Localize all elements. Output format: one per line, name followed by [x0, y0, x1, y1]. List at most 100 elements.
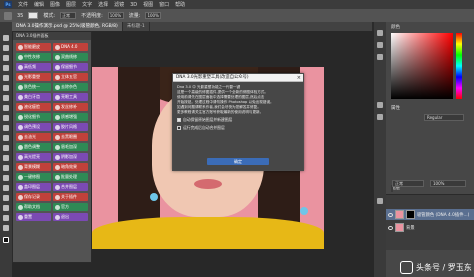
zoom-tool-icon[interactable]: [2, 224, 10, 232]
blur-tool-icon[interactable]: [2, 154, 10, 162]
plugin-button[interactable]: 光影重塑: [16, 73, 51, 81]
history-brush-tool-icon[interactable]: [2, 124, 10, 132]
tab-document[interactable]: 未标题-1: [123, 22, 150, 31]
plugin-button[interactable]: 调色预设: [16, 123, 51, 131]
layer-row-background[interactable]: 背景: [386, 222, 474, 233]
menu-window[interactable]: 窗口: [159, 1, 169, 8]
plugin-button[interactable]: 去黑眼圈: [53, 133, 88, 141]
close-icon[interactable]: ×: [297, 74, 301, 82]
menu-help[interactable]: 帮助: [175, 1, 185, 8]
merge-layers-checkbox[interactable]: 运行完成后自动合并图层: [177, 125, 299, 131]
foreground-background-color-icon[interactable]: [2, 236, 10, 244]
plugin-button[interactable]: DNA 4.0: [53, 43, 88, 51]
menu-edit[interactable]: 编辑: [34, 1, 44, 8]
plugin-button[interactable]: 肤色统一: [16, 83, 51, 91]
shape-tool-icon[interactable]: [2, 204, 10, 212]
opacity-field[interactable]: 100%: [107, 12, 124, 19]
properties-panel-title[interactable]: 属性: [391, 105, 400, 111]
brush-size[interactable]: 35: [17, 13, 23, 19]
menu-type[interactable]: 文字: [82, 1, 92, 8]
plugin-button[interactable]: 质感增强: [53, 113, 88, 121]
plugin-button[interactable]: 保留细节: [53, 63, 88, 71]
blend-mode-select[interactable]: 正常: [392, 180, 424, 187]
menu-3d[interactable]: 3D: [130, 2, 137, 8]
quick-select-tool-icon[interactable]: [2, 64, 10, 72]
plugin-button[interactable]: 立体五官: [53, 73, 88, 81]
plugin-button[interactable]: 暗角效果: [53, 163, 88, 171]
plugin-button-label: 唇色调整: [24, 144, 40, 149]
color-field[interactable]: [391, 33, 453, 99]
brush-panel-icon[interactable]: [377, 54, 383, 60]
plugin-button[interactable]: 美白牙齿: [16, 93, 51, 101]
plugin-button[interactable]: 去油光: [16, 133, 51, 141]
move-tool-icon[interactable]: [2, 34, 10, 42]
plugin-button[interactable]: 唇色调整: [16, 143, 51, 151]
menu-image[interactable]: 图像: [50, 1, 60, 8]
path-select-tool-icon[interactable]: [2, 194, 10, 202]
healing-brush-tool-icon[interactable]: [2, 94, 10, 102]
mode-select[interactable]: 正常: [60, 12, 77, 19]
history-panel-icon[interactable]: [377, 30, 383, 36]
eyedropper-tool-icon[interactable]: [2, 84, 10, 92]
checkbox-unchecked-icon[interactable]: [177, 126, 181, 130]
plugin-button[interactable]: 阴影加深: [53, 153, 88, 161]
menu-select[interactable]: 选择: [98, 1, 108, 8]
keep-original-checkbox[interactable]: 自动保留原始图层并新建图层: [177, 117, 299, 123]
plugin-button[interactable]: 去除杂色: [53, 83, 88, 91]
plugin-button[interactable]: 退出: [53, 213, 88, 221]
plugin-button[interactable]: 发丝修补: [53, 103, 88, 111]
plugin-button[interactable]: 胶片风格: [53, 123, 88, 131]
gradient-tool-icon[interactable]: [2, 144, 10, 152]
plugin-button[interactable]: 官方: [53, 203, 88, 211]
plugin-button[interactable]: 中性灰修: [16, 53, 51, 61]
plugin-button[interactable]: 高低频: [16, 63, 51, 71]
plugin-button[interactable]: 合并图层: [53, 183, 88, 191]
paragraph-panel-icon[interactable]: [377, 114, 383, 120]
plugin-button[interactable]: 批量处理: [53, 173, 88, 181]
plugin-button[interactable]: 一键修图: [16, 173, 51, 181]
plugin-button[interactable]: 锐化细节: [16, 113, 51, 121]
plugin-button[interactable]: 关于插件: [53, 193, 88, 201]
plugin-button[interactable]: 保存记录: [16, 193, 51, 201]
plugin-button[interactable]: 智能磨皮: [16, 43, 51, 51]
hue-slider[interactable]: [456, 33, 462, 99]
plugin-button[interactable]: 液化瘦脸: [16, 103, 51, 111]
ok-button[interactable]: 确定: [207, 158, 269, 165]
actions-panel-icon[interactable]: [377, 42, 383, 48]
layer-row-selected[interactable]: 吸管颜色 (DNA 4.0插件...): [386, 209, 474, 220]
flow-field[interactable]: 100%: [145, 12, 162, 19]
dodge-tool-icon[interactable]: [2, 164, 10, 172]
eye-icon[interactable]: [388, 212, 393, 217]
plugin-button[interactable]: 亮眼工具: [53, 93, 88, 101]
brush-preset-picker[interactable]: [28, 12, 39, 19]
menu-layer[interactable]: 图层: [66, 1, 76, 8]
menu-view[interactable]: 视图: [143, 1, 153, 8]
marquee-tool-icon[interactable]: [2, 44, 10, 52]
properties-field[interactable]: Regular: [424, 114, 464, 121]
menu-file[interactable]: 文件: [18, 1, 28, 8]
lasso-tool-icon[interactable]: [2, 54, 10, 62]
plugin-button[interactable]: 眉毛加深: [53, 143, 88, 151]
color-panel-title[interactable]: 颜色: [391, 24, 400, 30]
plugin-button[interactable]: 背景模糊: [16, 163, 51, 171]
eraser-tool-icon[interactable]: [2, 134, 10, 142]
pen-tool-icon[interactable]: [2, 174, 10, 182]
checkbox-checked-icon[interactable]: [177, 118, 181, 122]
plugin-button[interactable]: 双曲线修: [53, 53, 88, 61]
character-panel-icon[interactable]: [377, 102, 383, 108]
clone-stamp-tool-icon[interactable]: [2, 114, 10, 122]
menu-filter[interactable]: 滤镜: [114, 1, 124, 8]
brush-tool-icon[interactable]: [2, 104, 10, 112]
type-tool-icon[interactable]: [2, 184, 10, 192]
plugin-button[interactable]: 帮助文档: [16, 203, 51, 211]
hand-tool-icon[interactable]: [2, 214, 10, 222]
plugin-button[interactable]: 盖印图层: [16, 183, 51, 191]
brush-tool-icon[interactable]: [4, 11, 12, 20]
crop-tool-icon[interactable]: [2, 74, 10, 82]
channels-panel-icon[interactable]: [377, 198, 383, 204]
tab-document-active[interactable]: DNA 3.0操作演示.psd @ 25%(吸管颜色, RGB/8): [12, 22, 123, 31]
eye-icon[interactable]: [388, 225, 393, 230]
layer-opacity-field[interactable]: 100%: [430, 180, 466, 187]
plugin-button[interactable]: 重置: [16, 213, 51, 221]
plugin-button[interactable]: 高光提亮: [16, 153, 51, 161]
